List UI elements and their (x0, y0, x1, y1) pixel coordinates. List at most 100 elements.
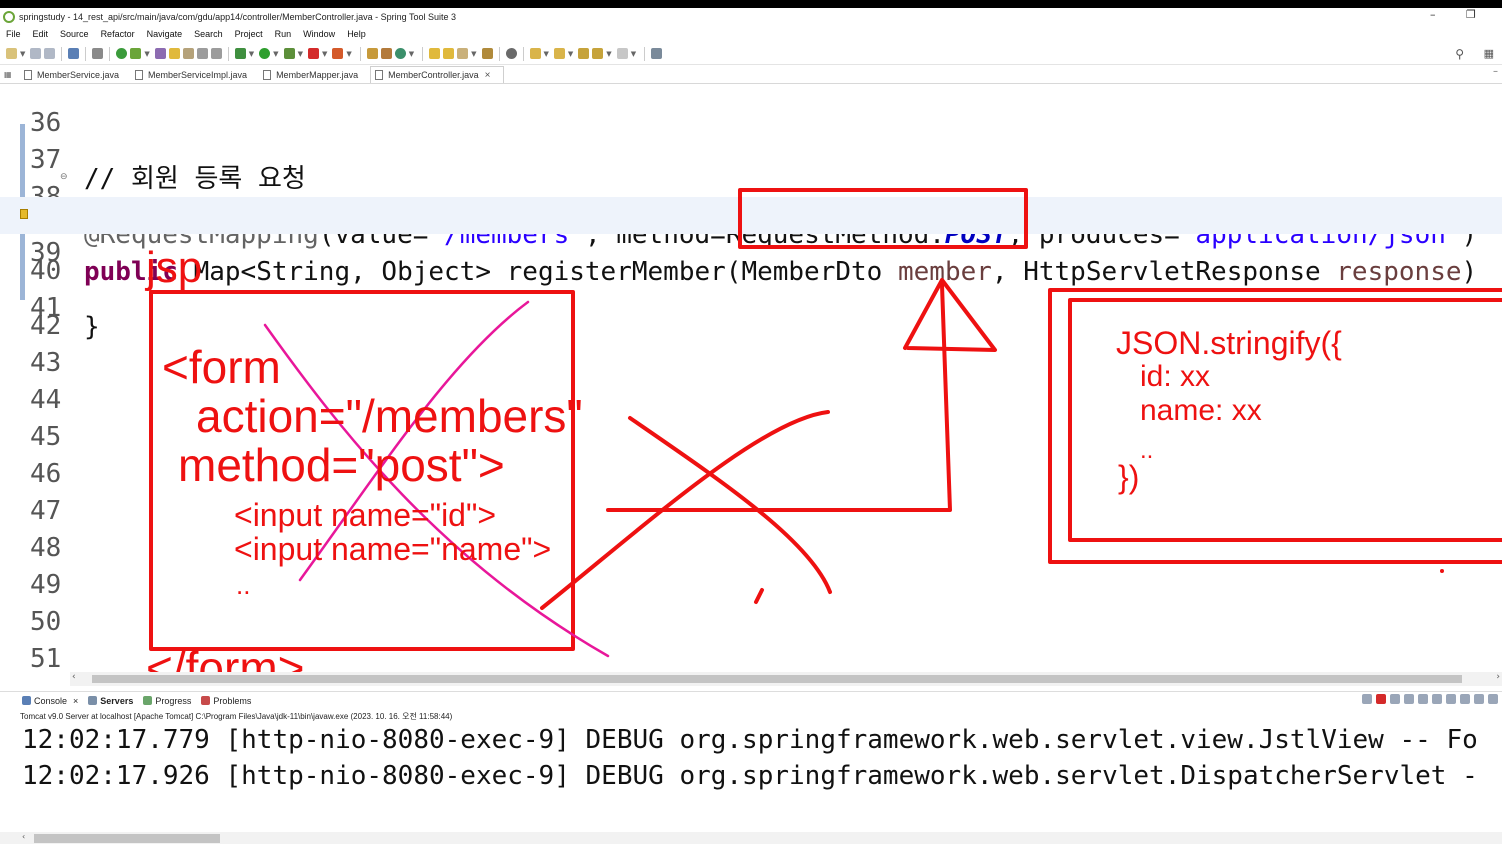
menu-edit[interactable]: Edit (33, 29, 49, 39)
external-tools-dropdown-icon[interactable]: ▼ (346, 50, 351, 58)
word-wrap-console-icon[interactable] (1432, 694, 1442, 704)
remove-launch-icon[interactable] (1362, 694, 1372, 704)
code-editor[interactable]: 36 37 // 회원 등록 요청 38 ⊖ @RequestMapping(v… (0, 86, 1502, 672)
terminate-icon[interactable] (1376, 694, 1386, 704)
tab-console[interactable]: Console × (22, 696, 78, 706)
coverage-icon[interactable] (283, 48, 295, 59)
search-tool-icon[interactable] (457, 48, 469, 59)
spring-icon[interactable] (130, 48, 142, 59)
scrollbar-thumb[interactable] (92, 675, 1462, 683)
console-horizontal-scrollbar[interactable]: ‹ (0, 832, 1502, 844)
back-icon[interactable] (592, 48, 604, 59)
back-dropdown-icon[interactable]: ▼ (606, 50, 611, 58)
minimize-editor-icon[interactable]: – (1493, 66, 1498, 77)
forward-dropdown-icon[interactable]: ▼ (631, 50, 636, 58)
show-whitespace-icon[interactable] (210, 48, 222, 59)
menu-navigate[interactable]: Navigate (147, 29, 183, 39)
next-annotation-dropdown-icon[interactable]: ▼ (544, 50, 549, 58)
prev-annotation-icon[interactable] (553, 48, 565, 59)
stop-dropdown-icon[interactable]: ▼ (322, 50, 327, 58)
toolbar-separator (498, 46, 500, 61)
debug-dropdown-icon[interactable]: ▼ (249, 50, 254, 58)
pin-console-icon[interactable] (1446, 694, 1456, 704)
prev-annotation-dropdown-icon[interactable]: ▼ (568, 50, 573, 58)
open-type-icon[interactable] (154, 48, 166, 59)
menu-window[interactable]: Window (303, 29, 335, 39)
scroll-lock-icon[interactable] (1418, 694, 1428, 704)
warning-icon[interactable] (20, 209, 28, 219)
line-number: 44 (30, 385, 62, 415)
java-file-icon (24, 69, 32, 80)
save-icon[interactable] (30, 48, 42, 59)
new-package-icon[interactable] (380, 48, 392, 59)
menu-help[interactable]: Help (347, 29, 366, 39)
spring-dropdown-icon[interactable]: ▼ (144, 50, 149, 58)
minimize-button[interactable]: – (1430, 8, 1436, 21)
coverage-dropdown-icon[interactable]: ▼ (298, 50, 303, 58)
globe-icon[interactable] (505, 48, 517, 59)
menu-search[interactable]: Search (194, 29, 223, 39)
fold-icon[interactable]: ⊖ (60, 172, 68, 182)
menu-file[interactable]: File (6, 29, 21, 39)
stop-icon[interactable] (307, 48, 319, 59)
open-folder-icon[interactable] (429, 48, 441, 59)
close-icon[interactable]: × (485, 70, 491, 81)
close-icon[interactable]: × (73, 696, 78, 706)
debug-icon[interactable] (234, 48, 246, 59)
block-selection-icon[interactable] (182, 48, 194, 59)
line-number: 42 (30, 311, 62, 341)
run-icon[interactable] (259, 48, 271, 59)
tab-membercontroller[interactable]: MemberController.java × (370, 66, 504, 83)
perspective-icon[interactable]: ▦ (1484, 47, 1494, 60)
editor-horizontal-scrollbar[interactable]: ‹ › (70, 672, 1502, 686)
run-dropdown-icon[interactable]: ▼ (273, 50, 278, 58)
tab-memberservice[interactable]: MemberService.java (20, 66, 131, 83)
search-icon[interactable]: ⚲ (1455, 47, 1464, 61)
word-wrap-icon[interactable] (196, 48, 208, 59)
tab-progress[interactable]: Progress (143, 696, 191, 706)
new-java-project-icon[interactable] (366, 48, 378, 59)
open-console-icon[interactable] (1474, 694, 1484, 704)
line-number: 43 (30, 348, 62, 378)
scroll-left-icon[interactable]: ‹ (22, 832, 25, 841)
mark-occurrences-icon[interactable] (168, 48, 180, 59)
tab-problems[interactable]: Problems (201, 696, 251, 706)
last-edit-icon[interactable] (578, 48, 590, 59)
console-output[interactable]: 12:02:17.779 [http-nio-8080-exec-9] DEBU… (0, 722, 1502, 832)
boot-dashboard-icon[interactable] (116, 48, 128, 59)
forward-icon[interactable] (616, 48, 628, 59)
menu-run[interactable]: Run (275, 29, 292, 39)
next-annotation-icon[interactable] (529, 48, 541, 59)
tab-memberserviceimpl[interactable]: MemberServiceImpl.java (131, 66, 259, 83)
new-class-dropdown-icon[interactable]: ▼ (409, 50, 414, 58)
clear-console-icon[interactable] (1404, 694, 1414, 704)
tab-servers[interactable]: Servers (88, 696, 133, 706)
menu-refactor[interactable]: Refactor (101, 29, 135, 39)
line-number: 48 (30, 533, 62, 563)
scroll-right-icon[interactable]: › (1496, 672, 1500, 682)
restore-button[interactable]: ❐ (1466, 8, 1476, 21)
scrollbar-thumb[interactable] (34, 834, 220, 843)
scroll-left-icon[interactable]: ‹ (72, 672, 76, 682)
open-task-icon[interactable] (443, 48, 455, 59)
java-file-icon (375, 70, 384, 80)
remove-all-icon[interactable] (1390, 694, 1400, 704)
view-menu-icon[interactable] (1488, 694, 1498, 704)
search-tool-dropdown-icon[interactable]: ▼ (471, 50, 476, 58)
new-class-icon[interactable] (394, 48, 406, 59)
tab-membermapper[interactable]: MemberMapper.java (259, 66, 370, 83)
menu-project[interactable]: Project (235, 29, 263, 39)
terminal-icon[interactable] (68, 48, 80, 59)
external-tools-icon[interactable] (332, 48, 344, 59)
tab-label: Progress (155, 695, 192, 706)
skip-breakpoints-icon[interactable] (92, 48, 104, 59)
pen-icon[interactable] (481, 48, 493, 59)
problems-icon (201, 696, 211, 705)
pin-editor-icon[interactable] (651, 48, 663, 59)
display-console-icon[interactable] (1460, 694, 1470, 704)
save-all-icon[interactable] (44, 48, 56, 59)
code-line: 41 } (0, 271, 1502, 342)
menu-source[interactable]: Source (60, 29, 89, 39)
new-dropdown-icon[interactable]: ▼ (20, 50, 25, 58)
new-icon[interactable] (6, 48, 17, 59)
